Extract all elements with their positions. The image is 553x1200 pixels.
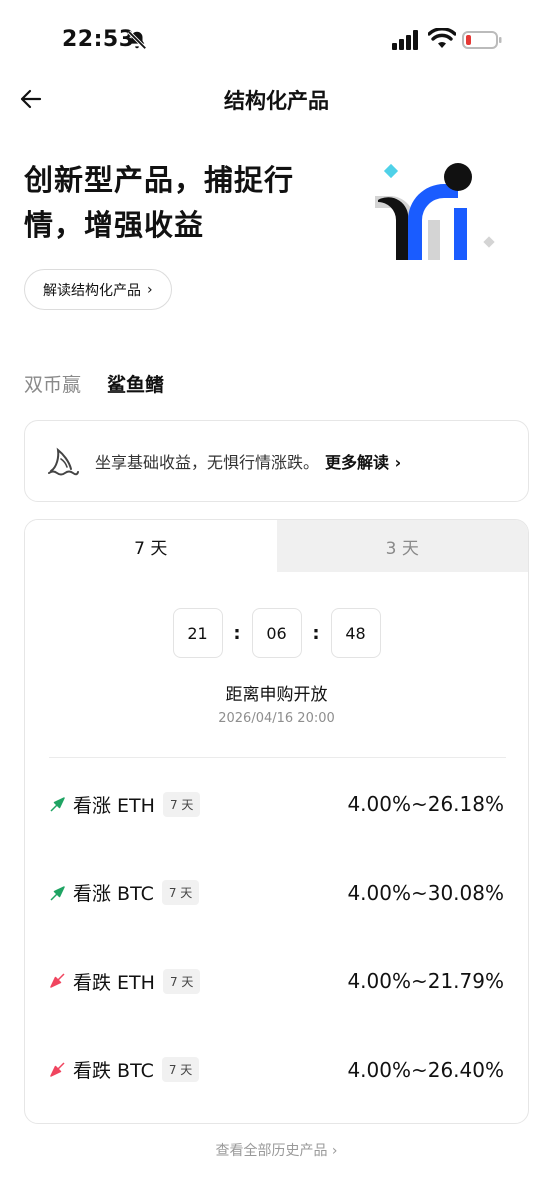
countdown-timer: 21 : 06 : 48 [25,608,528,658]
countdown-label: 距离申购开放 [225,685,328,705]
signal-icon [392,30,418,50]
period-tabs: 7 天 3 天 [25,520,528,572]
trend-down-icon [50,973,65,988]
shark-fin-icon [48,447,79,476]
product-row[interactable]: 看跌 BTC 7 天 4.00%~26.40% [25,1026,528,1115]
countdown-separator: : [233,622,241,644]
countdown-date: 2026/04/16 20:00 [218,711,335,726]
product-name: 看跌 ETH [73,971,155,994]
hero-title-line1: 创新型产品，捕捉行 [24,163,295,197]
shark-fin-info-card: 坐享基础收益，无惧行情涨跌。 更多解读 › [24,420,529,502]
countdown-hours: 21 [172,608,223,658]
product-row[interactable]: 看涨 ETH 7 天 4.00%~26.18% [25,760,528,849]
tab-dual-currency[interactable]: 双币赢 [24,370,81,397]
product-rate: 4.00%~21.79% [347,969,504,994]
countdown-seconds: 48 [330,608,381,658]
wifi-icon [428,28,456,48]
period-badge: 7 天 [162,791,201,817]
product-name: 看涨 ETH [73,794,155,817]
countdown-separator: : [312,622,320,644]
period-badge: 7 天 [161,1057,200,1083]
tab-7-days[interactable]: 7 天 [25,520,277,572]
period-badge: 7 天 [162,968,201,994]
trend-up-icon [50,886,65,901]
product-card: 7 天 3 天 21 : 06 : 48 距离申购开放 2026/04/16 2… [24,519,529,1124]
product-name: 看涨 BTC [73,883,154,906]
product-rate: 4.00%~26.40% [347,1057,504,1082]
explain-structured-products-button[interactable]: 解读结构化产品 › [24,269,172,310]
hero-title: 创新型产品，捕捉行 情，增强收益 [24,158,324,248]
chart-illustration [375,163,495,260]
view-history-link[interactable]: 查看全部历史产品 › [0,1140,553,1160]
product-type-tabs: 双币赢 鲨鱼鳍 [24,370,164,397]
battery-low-icon [462,31,502,49]
bell-off-icon [127,30,147,50]
chevron-right-icon: › [394,453,402,472]
status-time: 22:53 [62,27,135,52]
divider [49,757,506,758]
status-bar: 22:53 [0,0,553,80]
trend-down-icon [50,1062,65,1077]
page-title: 结构化产品 [224,89,329,113]
product-row[interactable]: 看跌 ETH 7 天 4.00%~21.79% [25,937,528,1026]
product-rate: 4.00%~26.18% [347,792,504,817]
chevron-right-icon: › [147,281,153,298]
product-row[interactable]: 看涨 BTC 7 天 4.00%~30.08% [25,849,528,938]
more-explain-link[interactable]: 更多解读 › [325,449,401,473]
period-badge: 7 天 [161,880,200,906]
product-rate: 4.00%~30.08% [347,880,504,905]
explain-button-label: 解读结构化产品 [43,282,141,299]
tab-3-days[interactable]: 3 天 [276,520,528,572]
countdown-minutes: 06 [251,608,302,658]
tab-shark-fin[interactable]: 鲨鱼鳍 [107,370,164,397]
trend-up-icon [50,797,65,812]
info-text: 坐享基础收益，无惧行情涨跌。 [95,453,320,472]
product-list: 看涨 ETH 7 天 4.00%~26.18% 看涨 BTC 7 天 4.00%… [25,760,528,1114]
more-explain-label: 更多解读 [325,453,390,472]
product-name: 看跌 BTC [73,1060,154,1083]
hero-title-line2: 情，增强收益 [24,208,205,242]
